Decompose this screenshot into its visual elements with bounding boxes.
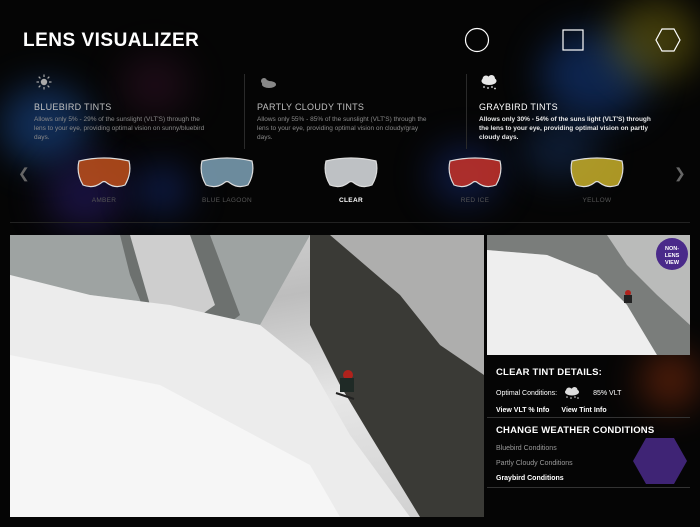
tint-category-partly-cloudy[interactable]: PARTLY CLOUDY TINTS Allows only 55% - 85… — [244, 74, 457, 149]
cloud-snow-icon — [481, 75, 497, 90]
square-frame-button[interactable] — [560, 27, 586, 53]
tint-name: BLUEBIRD TINTS — [34, 102, 112, 112]
lens-option-blue-lagoon[interactable]: BLUE LAGOON — [192, 155, 262, 204]
tint-description: Allows only 5% - 29% of the sunslight (V… — [34, 116, 205, 141]
lens-option-amber[interactable]: AMBER — [69, 155, 139, 204]
partly-cloudy-icon — [261, 78, 276, 88]
panel-divider — [487, 417, 690, 418]
tint-category-bluebird[interactable]: BLUEBIRD TINTS Allows only 5% - 29% of t… — [22, 74, 222, 149]
lens-name: YELLOW — [582, 197, 612, 204]
page-title: LENS VISUALIZER — [23, 30, 200, 51]
lens-option-yellow[interactable]: YELLOW — [562, 155, 632, 204]
view-tint-info-link[interactable]: View Tint Info — [561, 407, 606, 414]
goggle-lens-icon — [448, 157, 502, 188]
badge-line: NON- — [664, 246, 680, 252]
circle-icon — [464, 27, 490, 53]
lens-option-clear[interactable]: CLEAR — [316, 155, 386, 204]
goggle-lens-icon — [200, 157, 254, 188]
badge-line: LENS — [664, 253, 680, 259]
lens-option-red-ice[interactable]: RED ICE — [440, 155, 510, 204]
chevron-left-icon: ❮ — [18, 165, 30, 181]
goggle-lens-icon — [324, 157, 378, 188]
sun-icon — [36, 74, 52, 90]
tint-category-graybird[interactable]: GRAYBIRD TINTS Allows only 30% - 54% of … — [466, 74, 679, 149]
tint-name: PARTLY CLOUDY TINTS — [257, 102, 365, 112]
square-icon — [562, 29, 584, 51]
carousel-prev-button[interactable]: ❮ — [18, 165, 30, 182]
tint-details-panel: CLEAR TINT DETAILS: Optimal Conditions: … — [496, 367, 690, 414]
carousel-next-button[interactable]: ❯ — [674, 165, 686, 182]
tint-description: Allows only 30% - 54% of the suns light … — [479, 116, 651, 141]
non-lens-view-badge[interactable]: NON- LENS VIEW — [656, 238, 688, 270]
tint-description: Allows only 55% - 85% of the sunslight (… — [257, 116, 427, 141]
optimal-conditions-label: Optimal Conditions: — [496, 389, 558, 397]
ski-scene-image — [10, 235, 484, 517]
bokeh-blob — [135, 165, 190, 215]
hexagon-icon — [655, 28, 681, 52]
goggle-lens-icon — [570, 157, 624, 188]
cloud-snow-icon — [565, 387, 580, 399]
lens-name: RED ICE — [460, 197, 490, 204]
weather-option-bluebird[interactable]: Bluebird Conditions — [496, 445, 557, 452]
info-links: View VLT % Info View Tint Info — [496, 407, 690, 414]
lens-name: BLUE LAGOON — [202, 197, 252, 204]
chevron-right-icon: ❯ — [674, 165, 686, 181]
weather-option-graybird[interactable]: Graybird Conditions — [496, 475, 564, 482]
tint-details-title: CLEAR TINT DETAILS: — [496, 367, 603, 378]
lens-name: CLEAR — [339, 197, 363, 204]
lens-name: AMBER — [91, 197, 117, 204]
vlt-value: 85% VLT — [593, 389, 622, 397]
weather-option-partly-cloudy[interactable]: Partly Cloudy Conditions — [496, 460, 573, 467]
decorative-hexagon — [633, 438, 687, 484]
goggle-lens-icon — [77, 157, 131, 188]
hexagon-frame-button[interactable] — [655, 27, 681, 53]
round-frame-button[interactable] — [464, 27, 490, 53]
optimal-conditions-row: Optimal Conditions: 85% VLT — [496, 387, 690, 399]
lens-view-video[interactable] — [10, 235, 484, 517]
tint-name: GRAYBIRD TINTS — [479, 102, 558, 112]
view-vlt-info-link[interactable]: View VLT % Info — [496, 407, 549, 414]
change-weather-title: CHANGE WEATHER CONDITIONS — [496, 425, 655, 436]
panel-divider — [487, 487, 690, 488]
badge-line: VIEW — [664, 260, 680, 266]
section-divider — [10, 222, 690, 223]
